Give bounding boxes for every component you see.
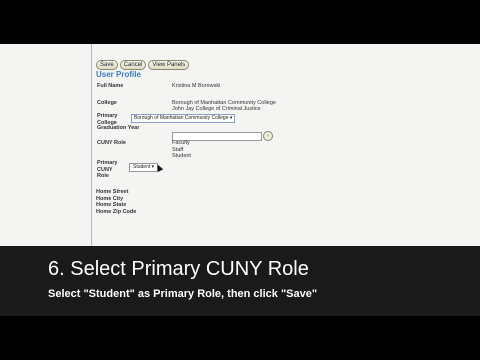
go-arrow-icon[interactable]: › — [263, 131, 273, 141]
role-faculty[interactable]: Faculty — [172, 140, 191, 147]
toolbar: Save Cancel View Panels — [96, 60, 190, 70]
cuny-role-list: Faculty Staff Student — [172, 140, 191, 160]
home-zip-label: Home Zip Code — [96, 208, 137, 215]
full-name-value: Kristina M Borowski — [172, 83, 221, 89]
full-name-label: Full Name — [97, 83, 124, 89]
graduation-year-label: Graduation Year — [97, 125, 140, 131]
cuny-role-label: CUNY Role — [97, 140, 126, 146]
caption-title: 6. Select Primary CUNY Role — [48, 258, 309, 280]
chevron-down-icon: ▾ — [229, 115, 233, 121]
section-title: User Profile — [96, 70, 141, 79]
primary-role-label: Primary CUNY Role — [97, 160, 118, 179]
home-fields: Home Street Home City Home State Home Zi… — [96, 189, 136, 215]
role-student[interactable]: Student — [172, 153, 191, 160]
cancel-button[interactable]: Cancel — [119, 60, 147, 70]
divider — [91, 44, 92, 246]
caption-subtitle: Select "Student" as Primary Role, then c… — [48, 288, 318, 300]
app-screen — [0, 44, 480, 246]
save-button[interactable]: Save — [96, 60, 118, 70]
primary-role-selected: Student — [133, 164, 151, 170]
college-label: College — [97, 100, 117, 106]
college-value-2: John Jay College of Criminal Justice — [172, 106, 261, 112]
primary-college-selected: Borough of Manhattan Community College — [134, 115, 229, 121]
primary-college-select[interactable]: Borough of Manhattan Community College ▾ — [131, 114, 236, 123]
view-panels-button[interactable]: View Panels — [148, 60, 190, 70]
primary-role-select[interactable]: Student ▾ — [129, 163, 159, 172]
caption-bar — [0, 246, 480, 316]
